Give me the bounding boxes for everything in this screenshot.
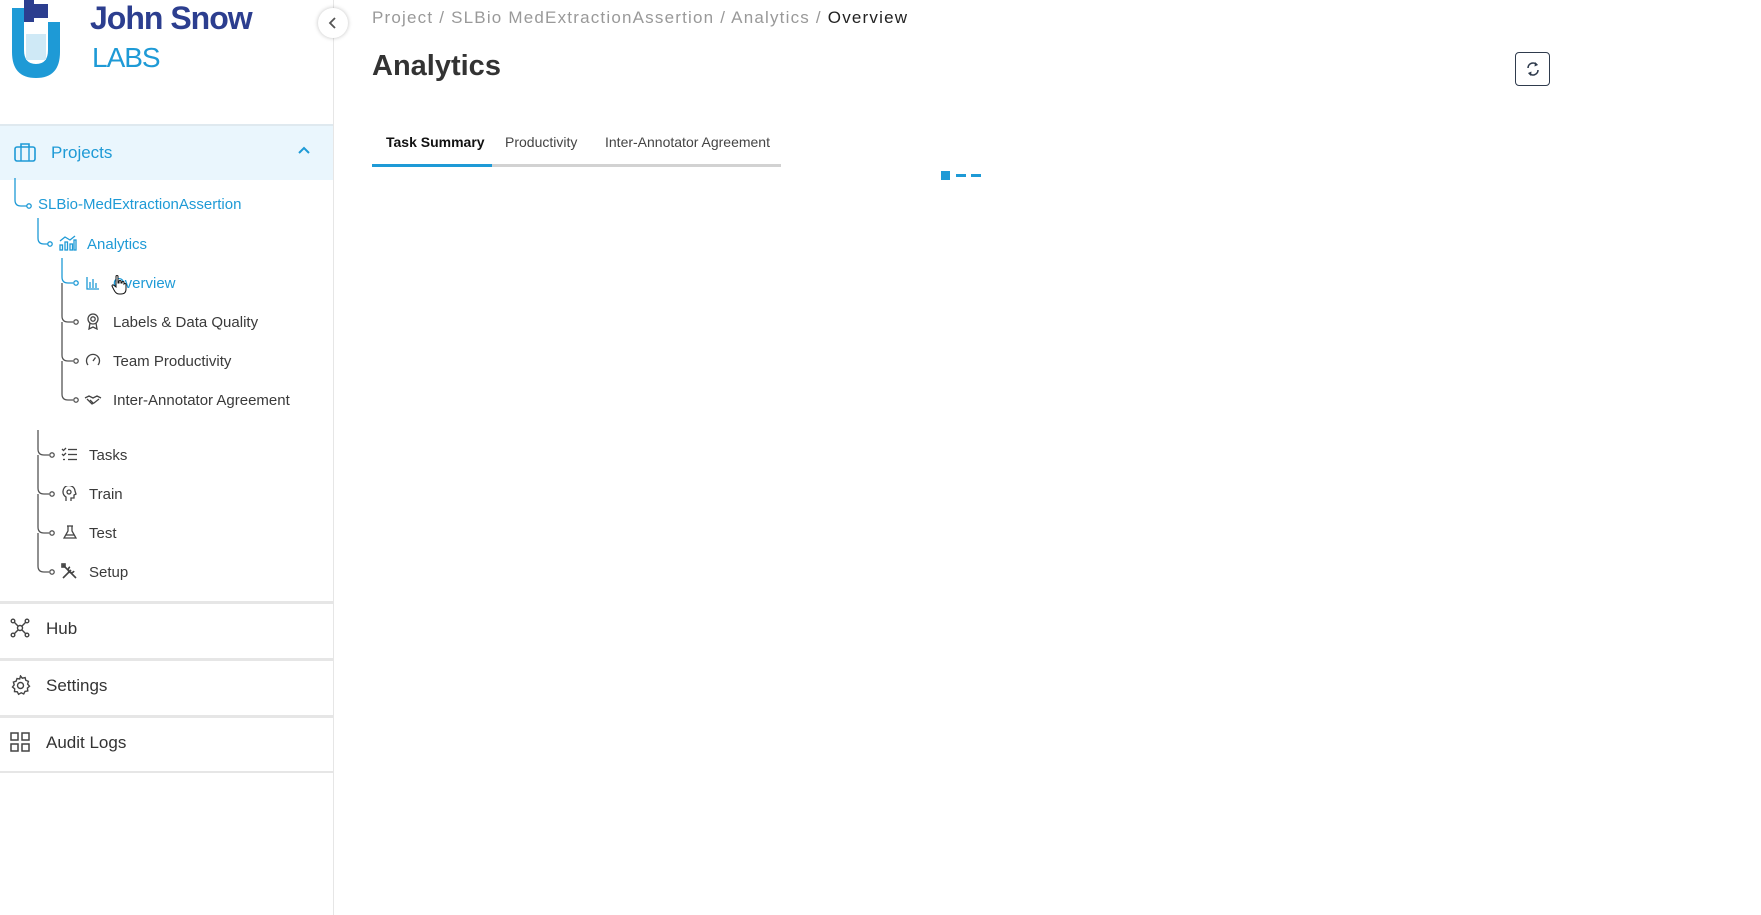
- active-tab-indicator: [372, 164, 492, 167]
- sidebar-item-inter-annotator-agreement[interactable]: Inter-Annotator Agreement: [113, 392, 290, 409]
- sidebar-item-label: Audit Logs: [46, 733, 127, 752]
- grid-icon: [10, 732, 30, 752]
- sidebar-item-label: Settings: [46, 676, 108, 695]
- sidebar-item-project[interactable]: SLBio-MedExtractionAssertion: [38, 196, 241, 213]
- refresh-icon: [1526, 62, 1539, 76]
- handshake-icon: [84, 395, 102, 405]
- sidebar-item-settings[interactable]: Settings: [0, 658, 333, 714]
- chevron-left-icon: [328, 17, 336, 29]
- sidebar-item-team-productivity[interactable]: Team Productivity: [113, 353, 231, 370]
- sidebar: John Snow LABS Projects SLBio-MedExtract…: [0, 0, 334, 915]
- sidebar-item-audit-logs[interactable]: Audit Logs: [0, 715, 333, 771]
- tools-icon: [61, 563, 77, 579]
- logo-text-john-snow: John Snow: [90, 0, 253, 36]
- john-snow-labs-logo[interactable]: John Snow LABS: [10, 0, 270, 90]
- sidebar-item-labels-data-quality[interactable]: Labels & Data Quality: [113, 314, 258, 331]
- tree-connectors: [14, 178, 79, 575]
- bar-chart-icon: [86, 277, 99, 290]
- tab-task-summary[interactable]: Task Summary: [386, 134, 485, 150]
- tab-inter-annotator-agreement[interactable]: Inter-Annotator Agreement: [605, 134, 770, 150]
- analytics-icon: [59, 235, 77, 251]
- sidebar-item-setup[interactable]: Setup: [89, 564, 128, 581]
- gear-icon: [11, 675, 31, 696]
- divider: [0, 771, 333, 773]
- tab-productivity[interactable]: Productivity: [505, 134, 577, 150]
- hand-cursor-icon: [111, 275, 127, 295]
- sidebar-item-test[interactable]: Test: [89, 525, 117, 542]
- sidebar-item-train[interactable]: Train: [89, 486, 123, 503]
- sidebar-item-hub[interactable]: Hub: [0, 601, 333, 657]
- breadcrumb-current: Overview: [827, 8, 909, 27]
- chevron-up-icon[interactable]: [297, 145, 311, 155]
- brain-icon: [62, 486, 77, 501]
- analytics-tabs: Task Summary Productivity Inter-Annotato…: [372, 130, 781, 167]
- sidebar-item-label: Projects: [51, 143, 113, 162]
- logo-icon: [12, 0, 60, 78]
- flask-icon: [63, 525, 77, 539]
- badge-icon: [87, 313, 99, 330]
- breadcrumb-project-name[interactable]: SLBio MedExtractionAssertion /: [451, 8, 726, 27]
- briefcase-icon: [14, 143, 36, 162]
- checklist-icon: [61, 447, 77, 461]
- sidebar-item-analytics[interactable]: Analytics: [87, 236, 147, 253]
- hub-icon: [10, 618, 30, 638]
- sidebar-item-label: Hub: [46, 619, 78, 638]
- page-title: Analytics: [372, 50, 501, 82]
- sidebar-item-projects[interactable]: Projects: [0, 124, 333, 180]
- logo-text-labs: LABS: [92, 42, 161, 73]
- collapse-sidebar-button[interactable]: [318, 8, 348, 38]
- sidebar-item-tasks[interactable]: Tasks: [89, 447, 127, 464]
- speedometer-icon: [85, 353, 101, 366]
- breadcrumb: Project / SLBio MedExtractionAssertion /…: [372, 8, 908, 28]
- breadcrumb-project[interactable]: Project /: [372, 8, 445, 27]
- breadcrumb-analytics[interactable]: Analytics /: [731, 8, 822, 27]
- refresh-button[interactable]: [1515, 52, 1550, 86]
